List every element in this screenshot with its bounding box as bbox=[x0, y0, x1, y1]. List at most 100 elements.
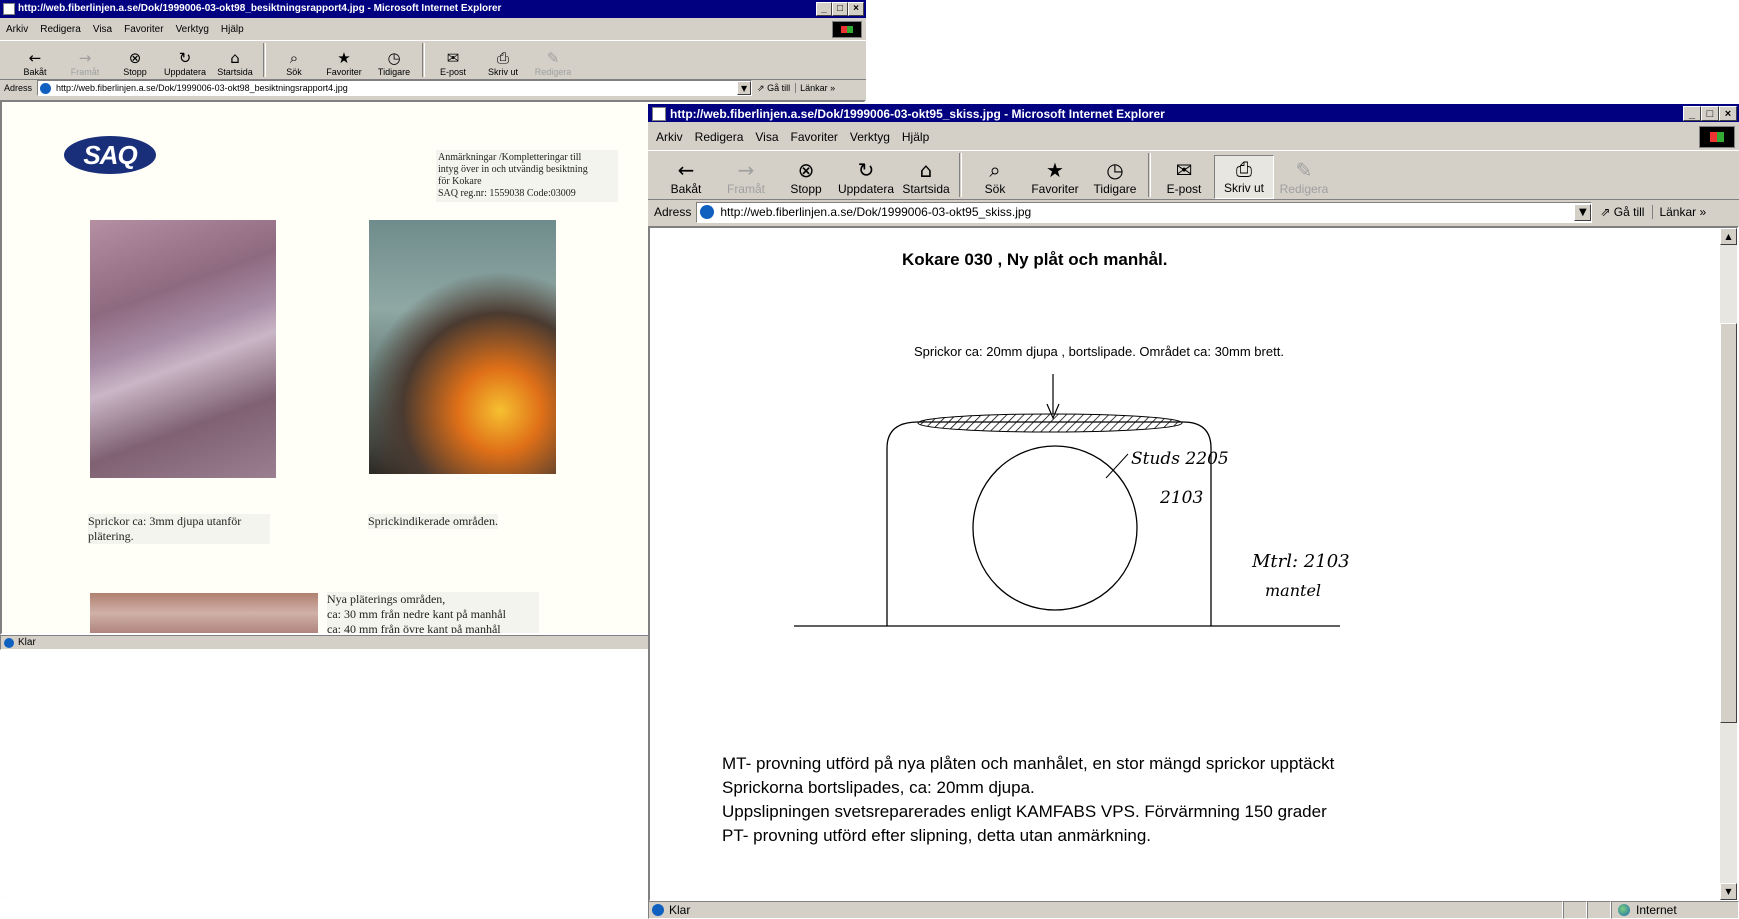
title-bar[interactable]: http://web.fiberlinjen.a.se/Dok/1999006-… bbox=[648, 104, 1739, 122]
home-icon: ⌂ bbox=[230, 49, 240, 67]
toolbar: ← Bakåt → Framåt ⊗ Stopp ↻ Uppdatera ⌂ Starts… bbox=[648, 150, 1739, 200]
forward-button[interactable]: → Framåt bbox=[716, 155, 776, 199]
menu-bar: Arkiv Redigera Visa Favoriter Verktyg Hj… bbox=[0, 20, 866, 38]
minimize-button[interactable]: _ bbox=[1683, 106, 1701, 121]
forward-button[interactable]: → Framåt bbox=[60, 43, 110, 79]
favorites-button[interactable]: ★ Favoriter bbox=[1025, 155, 1085, 199]
back-button[interactable]: ← Bakåt bbox=[656, 155, 716, 199]
ie-page-icon bbox=[652, 106, 666, 121]
notes-line: SAQ reg.nr: 1559038 Code:03009 bbox=[438, 188, 576, 199]
maximize-button[interactable]: □ bbox=[1701, 106, 1719, 121]
print-icon: ⎙ bbox=[1236, 157, 1252, 181]
toolbar-separator bbox=[263, 43, 266, 77]
vertical-scrollbar[interactable]: ▲ ▼ bbox=[1720, 228, 1737, 900]
mail-button[interactable]: ✉ E-post bbox=[428, 43, 478, 79]
refresh-button[interactable]: ↻ Uppdatera bbox=[836, 155, 896, 199]
menu-redigera[interactable]: Redigera bbox=[689, 130, 750, 144]
zone-text: Internet bbox=[1636, 903, 1677, 917]
go-button[interactable]: ⇗ Gå till bbox=[1592, 205, 1652, 219]
saq-logo: SAQ bbox=[64, 136, 156, 174]
crack-photo-caption: Sprickor ca: 3mm djupa utanför plätering… bbox=[88, 514, 270, 544]
address-value: http://web.fiberlinjen.a.se/Dok/1999006-… bbox=[56, 83, 348, 93]
ie-page-icon bbox=[700, 205, 715, 219]
edit-label: Redigera bbox=[534, 67, 572, 77]
search-icon: ⌕ bbox=[989, 158, 1001, 182]
print-button[interactable]: ⎙ Skriv ut bbox=[478, 43, 528, 79]
menu-hjalp[interactable]: Hjälp bbox=[896, 130, 935, 144]
refresh-label: Uppdatera bbox=[163, 67, 207, 77]
menu-bar: Arkiv Redigera Visa Favoriter Verktyg Hj… bbox=[648, 126, 1739, 148]
stop-icon: ⊗ bbox=[128, 49, 142, 67]
history-button[interactable]: ◷ Tidigare bbox=[1085, 155, 1145, 199]
notes-line: Anmärkningar /Kompletteringar till bbox=[438, 152, 582, 163]
window-title: http://web.fiberlinjen.a.se/Dok/1999006-… bbox=[670, 106, 1165, 121]
search-button[interactable]: ⌕ Sök bbox=[269, 43, 319, 79]
home-button[interactable]: ⌂ Startsida bbox=[896, 155, 956, 199]
notes-line: MT- provning utförd på nya plåten och ma… bbox=[722, 754, 1335, 773]
indication-photo-caption: Sprickindikerade områden. bbox=[368, 514, 498, 529]
toolbar: ← Bakåt → Framåt ⊗ Stopp ↻ Uppdatera ⌂ Starts… bbox=[0, 40, 866, 80]
handwriting-2103: 2103 bbox=[1159, 488, 1203, 508]
search-icon: ⌕ bbox=[289, 49, 299, 67]
home-button[interactable]: ⌂ Startsida bbox=[210, 43, 260, 79]
go-label: Gå till bbox=[1613, 205, 1645, 219]
address-value: http://web.fiberlinjen.a.se/Dok/1999006-… bbox=[720, 205, 1032, 219]
close-button[interactable]: × bbox=[848, 2, 864, 16]
status-text: Klar bbox=[18, 637, 36, 648]
address-dropdown-button[interactable]: ▼ bbox=[1574, 203, 1592, 221]
history-button[interactable]: ◷ Tidigare bbox=[369, 43, 419, 79]
back-button[interactable]: ← Bakåt bbox=[10, 43, 60, 79]
menu-verktyg[interactable]: Verktyg bbox=[170, 24, 215, 35]
address-dropdown-button[interactable]: ▼ bbox=[737, 81, 752, 95]
notes-line: PT- provning utförd efter slipning, dett… bbox=[722, 826, 1152, 845]
close-button[interactable]: × bbox=[1719, 106, 1737, 121]
ie-window-front[interactable]: http://web.fiberlinjen.a.se/Dok/1999006-… bbox=[648, 104, 1739, 919]
menu-redigera[interactable]: Redigera bbox=[34, 24, 87, 35]
refresh-button[interactable]: ↻ Uppdatera bbox=[160, 43, 210, 79]
menu-verktyg[interactable]: Verktyg bbox=[844, 130, 896, 144]
print-label: Skriv ut bbox=[487, 67, 518, 77]
search-button[interactable]: ⌕ Sök bbox=[965, 155, 1025, 199]
page-viewport[interactable]: Kokare 030 , Ny plåt och manhål. Spricko… bbox=[648, 226, 1739, 902]
stop-button[interactable]: ⊗ Stopp bbox=[110, 43, 160, 79]
edit-button[interactable]: ✎ Redigera bbox=[1274, 155, 1334, 199]
toolbar-separator bbox=[422, 43, 425, 77]
plating-caption-line: ca: 40 mm från övre kant på manhål bbox=[327, 622, 501, 635]
menu-favoriter[interactable]: Favoriter bbox=[118, 24, 169, 35]
maximize-button[interactable]: □ bbox=[832, 2, 848, 16]
scroll-down-button[interactable]: ▼ bbox=[1720, 883, 1737, 900]
mail-button[interactable]: ✉ E-post bbox=[1154, 155, 1214, 199]
address-input[interactable]: http://web.fiberlinjen.a.se/Dok/1999006-… bbox=[37, 80, 753, 96]
menu-visa[interactable]: Visa bbox=[749, 130, 784, 144]
history-label: Tidigare bbox=[377, 67, 411, 77]
favorites-icon: ★ bbox=[1046, 158, 1064, 182]
menu-hjalp[interactable]: Hjälp bbox=[215, 24, 250, 35]
scroll-thumb[interactable] bbox=[1720, 323, 1737, 723]
inspection-notes: MT- provning utförd på nya plåten och ma… bbox=[722, 752, 1334, 848]
links-button[interactable]: Länkar » bbox=[1652, 205, 1712, 219]
links-button[interactable]: Länkar » bbox=[795, 83, 839, 93]
status-bar: Klar Internet bbox=[648, 901, 1739, 919]
history-label: Tidigare bbox=[1093, 182, 1137, 196]
status-security-cell bbox=[1587, 901, 1611, 919]
windows-logo-throbber bbox=[1699, 126, 1735, 148]
address-input[interactable]: http://web.fiberlinjen.a.se/Dok/1999006-… bbox=[696, 201, 1593, 223]
title-bar[interactable]: http://web.fiberlinjen.a.se/Dok/1999006-… bbox=[0, 0, 866, 18]
edit-button[interactable]: ✎ Redigera bbox=[528, 43, 578, 79]
home-label: Startsida bbox=[902, 182, 950, 196]
home-label: Startsida bbox=[217, 67, 253, 77]
handwriting-material: Mtrl: 2103 bbox=[1251, 551, 1350, 572]
skiss-document: Kokare 030 , Ny plåt och manhål. Spricko… bbox=[650, 228, 1737, 900]
menu-arkiv[interactable]: Arkiv bbox=[0, 24, 34, 35]
stop-button[interactable]: ⊗ Stopp bbox=[776, 155, 836, 199]
status-zone-cell: Internet bbox=[1611, 901, 1739, 919]
scroll-up-button[interactable]: ▲ bbox=[1720, 228, 1737, 245]
menu-visa[interactable]: Visa bbox=[87, 24, 118, 35]
menu-favoriter[interactable]: Favoriter bbox=[785, 130, 844, 144]
report-notes: Anmärkningar /Kompletteringar till intyg… bbox=[436, 150, 618, 202]
menu-arkiv[interactable]: Arkiv bbox=[650, 130, 689, 144]
minimize-button[interactable]: _ bbox=[816, 2, 832, 16]
print-button[interactable]: ⎙ Skriv ut bbox=[1214, 155, 1274, 199]
go-button[interactable]: ⇗ Gå till bbox=[752, 83, 795, 94]
favorites-button[interactable]: ★ Favoriter bbox=[319, 43, 369, 79]
